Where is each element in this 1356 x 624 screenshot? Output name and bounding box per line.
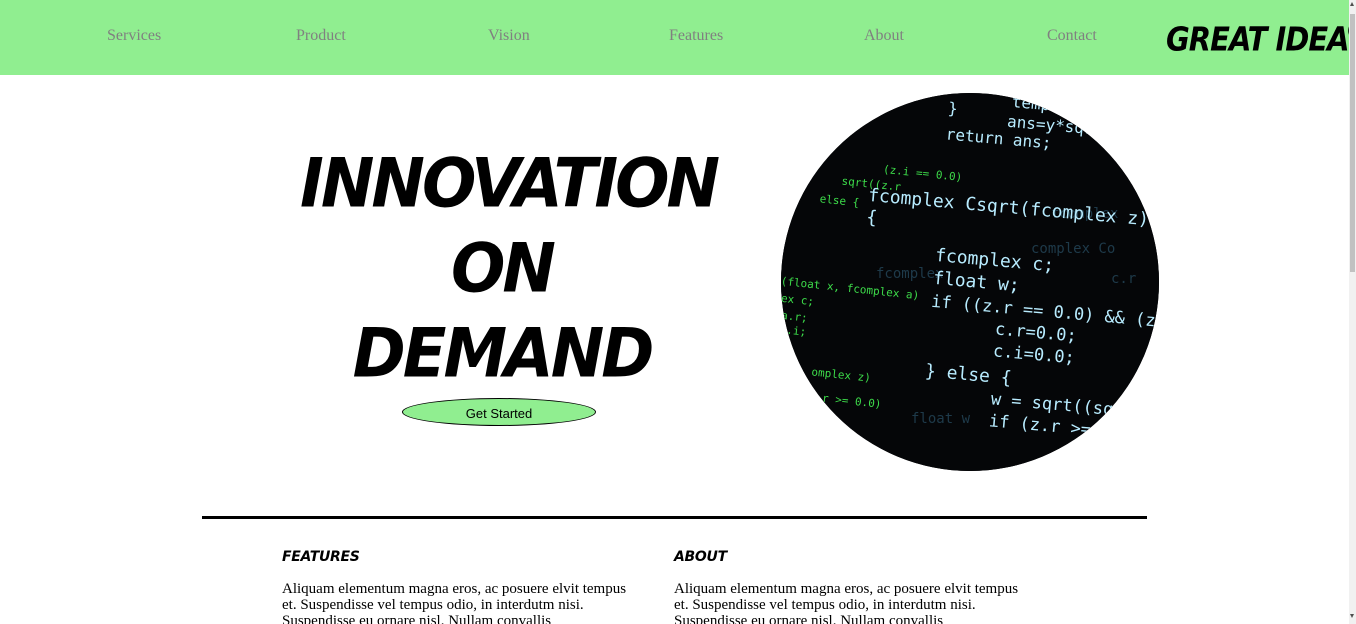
nav-link-about[interactable]: About (864, 27, 904, 45)
scroll-down-arrow-icon[interactable] (1350, 614, 1354, 618)
logo[interactable]: GREAT IDEA (1166, 16, 1356, 61)
nav-link-product[interactable]: Product (296, 27, 346, 45)
logo-text: GREAT IDEA (1166, 18, 1350, 59)
code-blue-text: { (865, 207, 878, 229)
nav-link-contact[interactable]: Contact (1047, 27, 1097, 45)
code-dim-text: float w (911, 411, 971, 427)
code-green-text: a.r; (781, 309, 808, 325)
features-heading: FEATURES (282, 549, 360, 565)
nav-link-services[interactable]: Services (107, 27, 161, 45)
nav-link-features[interactable]: Features (669, 27, 723, 45)
hero-title: INNOVATION ON DEMAND (300, 145, 720, 394)
about-body: Aliquam elementum magna eros, ac posuere… (674, 581, 1019, 624)
code-image: fcomplex complex Co c.r fcomplex float w… (781, 93, 1159, 471)
get-started-button[interactable]: Get Started (402, 398, 596, 426)
navbar: Services Product Vision Features About C… (0, 0, 1356, 75)
features-body: Aliquam elementum magna eros, ac posuere… (282, 581, 627, 624)
nav-link-vision[interactable]: Vision (488, 27, 530, 45)
about-heading: ABOUT (674, 549, 727, 565)
scrollbar-thumb[interactable] (1350, 14, 1355, 272)
code-blue-text: } (947, 99, 958, 119)
scrollbar[interactable] (1349, 0, 1356, 624)
scroll-up-arrow-icon[interactable] (1350, 2, 1354, 6)
code-dim-text: c.r (1111, 271, 1136, 287)
section-divider (202, 516, 1147, 519)
code-green-text: a.i; (781, 323, 807, 339)
